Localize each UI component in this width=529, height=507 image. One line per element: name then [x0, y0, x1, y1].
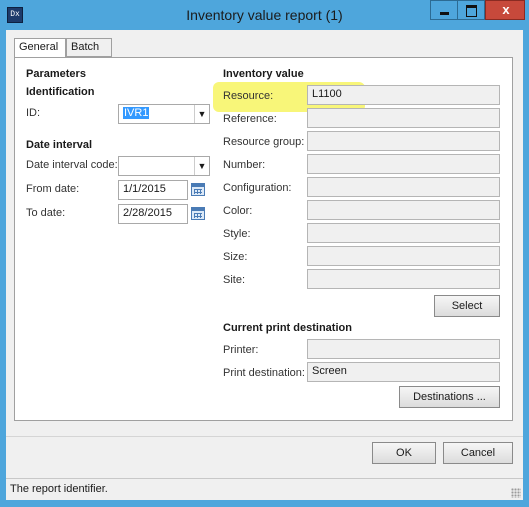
dialog-window: Dx Inventory value report (1) x General … [0, 0, 529, 507]
resize-grip-icon[interactable] [511, 488, 521, 498]
maximize-button[interactable] [458, 0, 485, 20]
id-combobox[interactable]: IVR1 ▼ [118, 104, 210, 124]
resource-group-field[interactable] [307, 131, 500, 151]
chevron-down-icon[interactable]: ▼ [194, 157, 209, 175]
from-date-label: From date: [26, 183, 80, 195]
style-label: Style: [223, 228, 251, 240]
ok-button[interactable]: OK [372, 442, 436, 464]
chevron-down-icon[interactable]: ▼ [194, 105, 209, 123]
status-text: The report identifier. [10, 483, 108, 495]
minimize-button[interactable] [430, 0, 458, 20]
select-button[interactable]: Select [434, 295, 500, 317]
number-label: Number: [223, 159, 266, 171]
parameters-heading: Parameters [26, 68, 86, 80]
id-label: ID: [26, 107, 41, 119]
inventory-value-heading: Inventory value [223, 68, 304, 80]
printer-label: Printer: [223, 344, 259, 356]
color-label: Color: [223, 205, 253, 217]
date-interval-code-label: Date interval code: [26, 159, 118, 171]
to-date-field[interactable]: 2/28/2015 [118, 204, 188, 224]
print-destination-heading: Current print destination [223, 322, 352, 334]
reference-label: Reference: [223, 113, 277, 125]
close-button[interactable]: x [485, 0, 525, 20]
tab-batch[interactable]: Batch [66, 38, 112, 57]
title-bar[interactable]: Dx Inventory value report (1) x [0, 0, 529, 30]
identification-heading: Identification [26, 86, 95, 98]
size-field[interactable] [307, 246, 500, 266]
cancel-button[interactable]: Cancel [443, 442, 513, 464]
site-field[interactable] [307, 269, 500, 289]
site-label: Site: [223, 274, 246, 286]
from-date-value: 1/1/2015 [123, 183, 166, 195]
printer-field[interactable] [307, 339, 500, 359]
print-destination-field[interactable]: Screen [307, 362, 500, 382]
calendar-icon[interactable] [191, 207, 205, 220]
calendar-icon[interactable] [191, 183, 205, 196]
resource-group-label: Resource group: [223, 136, 305, 148]
dialog-client-area: General Batch Parameters Identification … [6, 30, 523, 500]
size-label: Size: [223, 251, 248, 263]
close-icon: x [502, 2, 510, 17]
style-field[interactable] [307, 223, 500, 243]
resource-field[interactable]: L1100 [307, 85, 500, 105]
footer-divider [6, 436, 523, 437]
from-date-field[interactable]: 1/1/2015 [118, 180, 188, 200]
to-date-value: 2/28/2015 [123, 207, 172, 219]
print-destination-label: Print destination: [223, 367, 305, 379]
resource-label: Resource: [223, 90, 274, 102]
status-bar: The report identifier. [6, 478, 523, 500]
configuration-label: Configuration: [223, 182, 292, 194]
color-field[interactable] [307, 200, 500, 220]
number-field[interactable] [307, 154, 500, 174]
print-destination-value: Screen [312, 365, 347, 377]
reference-field[interactable] [307, 108, 500, 128]
tab-general[interactable]: General [14, 38, 66, 59]
destinations-button[interactable]: Destinations ... [399, 386, 500, 408]
general-tab-panel: Parameters Identification ID: IVR1 ▼ Dat… [14, 57, 513, 421]
configuration-field[interactable] [307, 177, 500, 197]
id-value: IVR1 [123, 107, 150, 119]
to-date-label: To date: [26, 207, 66, 219]
date-interval-heading: Date interval [26, 139, 93, 151]
resource-value: L1100 [312, 88, 342, 100]
date-interval-code-combobox[interactable]: ▼ [118, 156, 210, 176]
